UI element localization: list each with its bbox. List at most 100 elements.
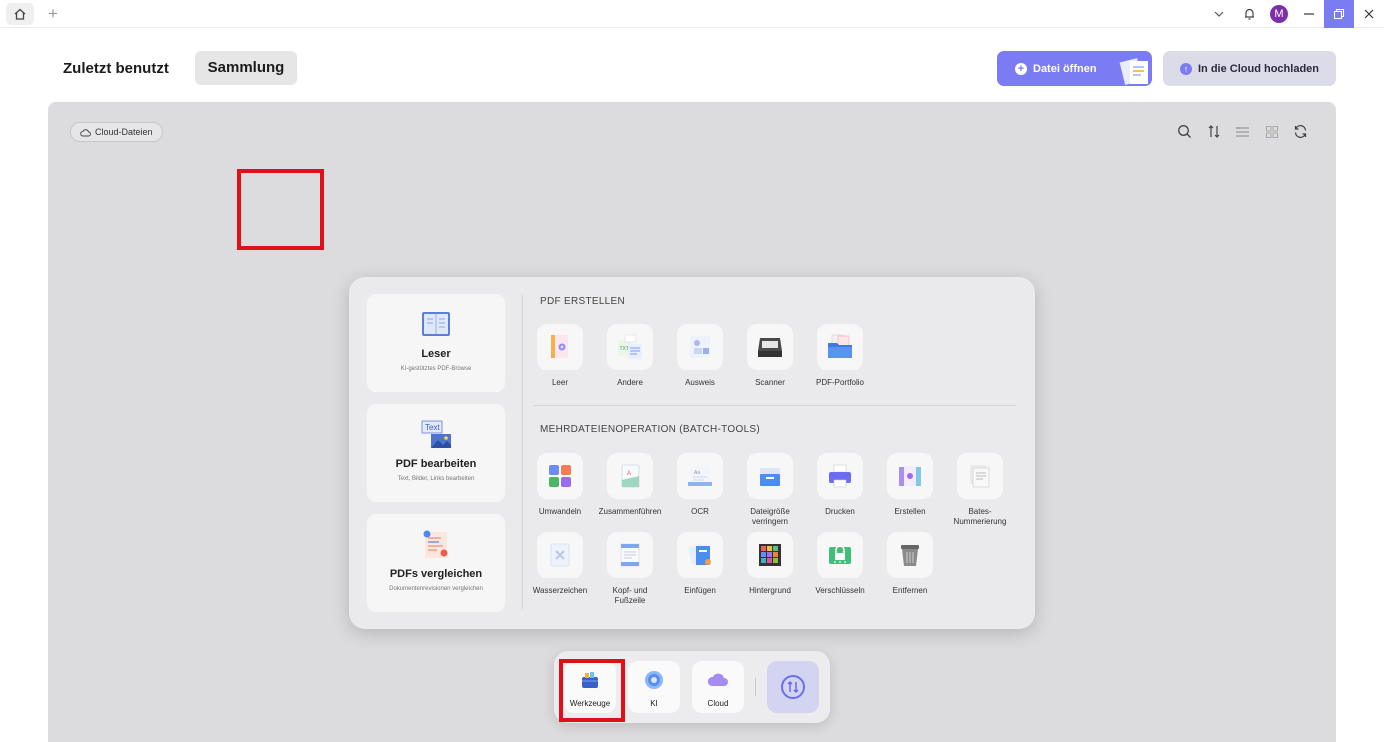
reader-title: Leser bbox=[421, 348, 451, 360]
tool-compress-label: Dateigröße verringern bbox=[750, 507, 790, 526]
reader-subtitle: KI-gestütztes PDF-Browse bbox=[400, 366, 472, 372]
chevron-down-icon[interactable] bbox=[1204, 0, 1234, 28]
tool-print[interactable]: Drucken bbox=[807, 453, 873, 517]
tool-encrypt[interactable]: Verschlüsseln bbox=[807, 532, 873, 596]
edit-text-icon: Text bbox=[421, 420, 451, 448]
dock-ai-label: KI bbox=[650, 699, 658, 708]
tools-popup: Leser KI-gestütztes PDF-Browse Text PDF … bbox=[349, 277, 1035, 629]
cloud-icon bbox=[80, 128, 91, 136]
tool-portfolio-label: PDF-Portfolio bbox=[815, 378, 864, 387]
watermark-icon bbox=[550, 543, 570, 567]
tool-insert[interactable]: Einfügen bbox=[667, 532, 733, 596]
tool-merge[interactable]: A Zusammenführen bbox=[597, 453, 663, 517]
tool-header-footer-label: Kopf- und Fußzeile bbox=[612, 586, 648, 605]
dock-convert-button[interactable] bbox=[767, 661, 819, 713]
tool-merge-label: Zusammenführen bbox=[598, 507, 662, 516]
edit-pdf-subtitle: Text, Bilder, Links bearbeiten bbox=[397, 476, 475, 482]
trash-icon bbox=[901, 545, 919, 566]
bell-icon[interactable] bbox=[1234, 0, 1264, 28]
tool-convert[interactable]: Umwandeln bbox=[527, 453, 593, 517]
tool-bates[interactable]: Bates-Nummerierung bbox=[947, 453, 1013, 527]
dock-cloud[interactable]: Cloud bbox=[692, 661, 744, 713]
avatar[interactable]: M bbox=[1270, 5, 1288, 23]
tab-collection[interactable]: Sammlung bbox=[195, 51, 297, 85]
tool-ocr-label: OCR bbox=[691, 507, 709, 516]
edit-icon-text: Text bbox=[425, 423, 440, 432]
cloud-files-chip[interactable]: Cloud-Dateien bbox=[70, 122, 163, 142]
restore-icon[interactable] bbox=[1324, 0, 1354, 28]
background-icon bbox=[759, 544, 781, 566]
tool-convert-label: Umwandeln bbox=[538, 507, 582, 516]
highlight-merge bbox=[237, 169, 324, 250]
divider bbox=[522, 295, 523, 609]
title-bar: + M bbox=[0, 0, 1384, 28]
book-icon bbox=[422, 312, 450, 336]
merge-icon: A bbox=[621, 464, 640, 488]
ocr-icon: Aa bbox=[688, 466, 712, 486]
sort-icon[interactable] bbox=[1204, 122, 1223, 141]
compress-icon bbox=[760, 468, 780, 486]
tool-scanner[interactable]: Scanner bbox=[737, 324, 803, 388]
dock-ai[interactable]: KI bbox=[628, 661, 680, 713]
tool-insert-label: Einfügen bbox=[684, 586, 716, 595]
bates-numbering-icon bbox=[970, 465, 990, 488]
upload-cloud-button[interactable]: ↑ In die Cloud hochladen bbox=[1163, 51, 1336, 86]
insert-icon bbox=[688, 544, 711, 565]
other-formats-icon: TXT bbox=[618, 334, 642, 359]
tool-create[interactable]: Erstellen bbox=[877, 453, 943, 517]
lock-icon bbox=[829, 545, 851, 564]
minimize-icon[interactable] bbox=[1294, 0, 1324, 28]
tool-bates-label: Bates-Nummerierung bbox=[953, 507, 1007, 526]
printer-icon bbox=[829, 464, 851, 488]
grid-view-icon[interactable] bbox=[1262, 122, 1281, 141]
refresh-icon[interactable] bbox=[1291, 122, 1310, 141]
portfolio-icon bbox=[828, 334, 852, 358]
upload-icon: ↑ bbox=[1180, 62, 1192, 75]
tool-compress[interactable]: Dateigröße verringern bbox=[737, 453, 803, 527]
home-icon[interactable] bbox=[6, 3, 34, 25]
highlight-tools bbox=[559, 659, 625, 722]
tool-watermark-label: Wasserzeichen bbox=[532, 586, 588, 595]
tool-header-footer[interactable]: Kopf- und Fußzeile bbox=[597, 532, 663, 606]
tool-other[interactable]: TXT Andere bbox=[597, 324, 663, 388]
compare-pdf-title: PDFs vergleichen bbox=[389, 568, 483, 580]
edit-pdf-card[interactable]: Text PDF bearbeiten Text, Bilder, Links … bbox=[367, 404, 505, 502]
convert-icon bbox=[549, 465, 571, 487]
tool-id[interactable]: Ausweis bbox=[667, 324, 733, 388]
tool-ocr[interactable]: Aa OCR bbox=[667, 453, 733, 517]
search-icon[interactable] bbox=[1175, 122, 1194, 141]
tool-remove[interactable]: Entfernen bbox=[877, 532, 943, 596]
compare-pdf-subtitle: Dokumentenrevisionen vergleichen bbox=[389, 586, 483, 592]
list-view-icon[interactable] bbox=[1233, 122, 1252, 141]
tool-watermark[interactable]: Wasserzeichen bbox=[527, 532, 593, 596]
compare-icon bbox=[423, 530, 448, 558]
tool-portfolio[interactable]: PDF-Portfolio bbox=[807, 324, 873, 388]
dock-divider bbox=[755, 678, 756, 696]
tool-background-label: Hintergrund bbox=[749, 586, 791, 595]
dock-cloud-label: Cloud bbox=[707, 699, 729, 708]
tab-recent[interactable]: Zuletzt benutzt bbox=[52, 52, 180, 86]
batch-tools-heading: MEHRDATEIENOPERATION (BATCH-TOOLS) bbox=[540, 424, 761, 435]
plus-circle-icon: + bbox=[1015, 62, 1027, 75]
cloud-files-label: Cloud-Dateien bbox=[95, 127, 153, 137]
section-divider bbox=[534, 405, 1016, 406]
tool-id-label: Ausweis bbox=[685, 378, 715, 387]
add-tab-icon[interactable]: + bbox=[44, 4, 62, 24]
svg-text:A: A bbox=[627, 471, 631, 477]
reader-card[interactable]: Leser KI-gestütztes PDF-Browse bbox=[367, 294, 505, 392]
documents-icon bbox=[1119, 58, 1148, 85]
close-icon[interactable] bbox=[1354, 0, 1384, 28]
convert-arrows-icon bbox=[781, 675, 805, 699]
open-file-label: Datei öffnen bbox=[1033, 62, 1097, 75]
upload-cloud-label: In die Cloud hochladen bbox=[1198, 62, 1319, 75]
tool-scanner-label: Scanner bbox=[755, 378, 785, 387]
compare-pdf-card[interactable]: PDFs vergleichen Dokumentenrevisionen ve… bbox=[367, 514, 505, 612]
tool-other-label: Andere bbox=[617, 378, 643, 387]
tool-remove-label: Entfernen bbox=[892, 586, 928, 595]
ai-icon bbox=[645, 671, 663, 689]
open-file-button[interactable]: + Datei öffnen bbox=[997, 51, 1152, 86]
tool-blank[interactable]: Leer bbox=[527, 324, 593, 388]
cloud-icon bbox=[707, 673, 728, 686]
tool-background[interactable]: Hintergrund bbox=[737, 532, 803, 596]
tool-encrypt-label: Verschlüsseln bbox=[815, 586, 865, 595]
